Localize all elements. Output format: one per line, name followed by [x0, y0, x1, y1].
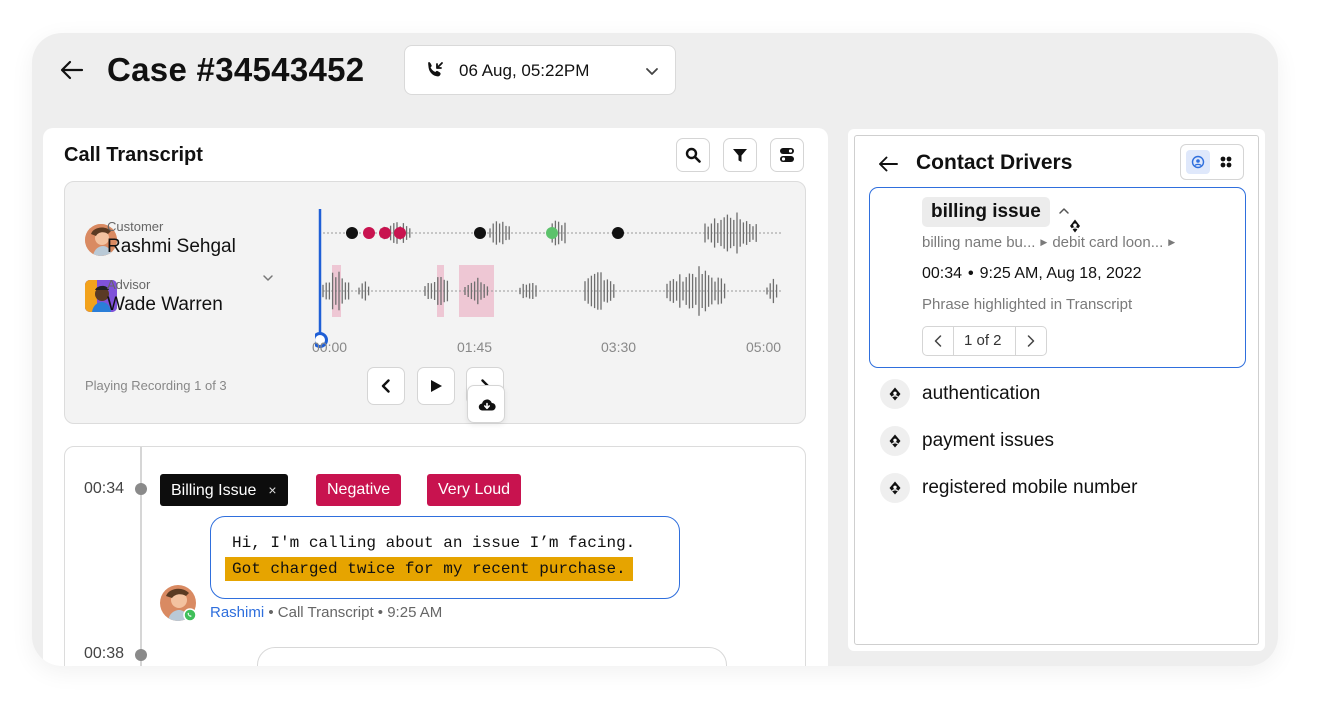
event-marker: [612, 227, 624, 239]
tag-negative[interactable]: Negative: [316, 474, 402, 506]
driver-path-item[interactable]: billing name bu...: [922, 234, 1035, 251]
speaker-name[interactable]: Rashimi: [210, 604, 264, 621]
driver-icon-wrap: [880, 473, 910, 503]
pager-next-button[interactable]: [1015, 327, 1046, 355]
caret-right-icon: ▶: [1168, 237, 1176, 247]
tag-label: Billing Issue: [171, 482, 257, 499]
speaker-details: • Call Transcript • 9:25 AM: [264, 604, 443, 621]
driver-timestamp: 00:34: [922, 265, 963, 282]
call-date-label: 06 Aug, 05:22PM: [459, 61, 590, 80]
highlighted-phrase: Got charged twice for my recent purchase…: [225, 557, 633, 581]
download-button[interactable]: [467, 385, 505, 423]
chevron-left-icon: [381, 379, 390, 393]
play-button[interactable]: [417, 367, 455, 405]
negative-marker: [379, 227, 391, 239]
driver-icon: [889, 387, 901, 401]
call-date-select[interactable]: 06 Aug, 05:22PM: [404, 45, 676, 95]
bullet-separator: •: [968, 265, 974, 282]
timeline-dot: [135, 483, 147, 495]
call-transcript-panel: Call Transcript Customer Rashmi Sehgal A…: [43, 128, 828, 666]
customer-name: Rashmi Sehgal: [107, 236, 236, 257]
customer-role: Customer: [107, 219, 164, 234]
app-frame: Case #34543452 06 Aug, 05:22PM Call Tran…: [32, 33, 1278, 666]
pager-label: 1 of 2: [964, 332, 1002, 349]
chevron-up-icon[interactable]: [1058, 206, 1070, 216]
message-bubble[interactable]: Hi, I'm calling about an issue I’m facin…: [210, 516, 680, 599]
pager: 1 of 2: [922, 326, 1047, 356]
audio-player: Customer Rashmi Sehgal Advisor Wade Warr…: [64, 181, 806, 424]
panel-title: Call Transcript: [64, 144, 203, 166]
driver-label: registered mobile number: [922, 477, 1138, 498]
speaker-meta: Rashimi • Call Transcript • 9:25 AM: [210, 604, 442, 621]
caret-right-icon: ▶: [1040, 237, 1048, 247]
driver-time: 00:34 • 9:25 AM, Aug 18, 2022: [922, 265, 1142, 283]
speaker-avatar: [160, 585, 196, 621]
cloud-download-icon: [478, 399, 496, 411]
entry-timestamp: 00:34: [84, 480, 125, 497]
driver-icon-wrap: [880, 426, 910, 456]
event-marker: [346, 227, 358, 239]
event-marker: [474, 227, 486, 239]
search-icon: [685, 147, 701, 163]
driver-chip[interactable]: billing issue: [922, 197, 1050, 227]
negative-marker: [363, 227, 375, 239]
message-text: Hi, I'm calling about an issue I’m facin…: [232, 534, 636, 552]
chevron-down-icon: [646, 68, 658, 75]
filter-icon: [733, 149, 747, 162]
driver-note: Phrase highlighted in Transcript: [922, 296, 1133, 313]
toggle-icon: [780, 148, 794, 162]
negative-marker: [394, 227, 406, 239]
play-icon: [431, 380, 442, 392]
driver-datetime: 9:25 AM, Aug 18, 2022: [979, 265, 1142, 282]
advisor-name[interactable]: Wade Warren: [107, 294, 223, 316]
driver-icon: [889, 434, 901, 448]
toggle-view-button[interactable]: [770, 138, 804, 172]
message-bubble[interactable]: [257, 647, 727, 666]
driver-icon: [1191, 155, 1205, 169]
back-arrow-icon[interactable]: [59, 57, 85, 83]
timeline-line: [140, 447, 142, 666]
chevron-down-icon[interactable]: [262, 272, 274, 284]
view-toggle[interactable]: [1180, 144, 1244, 180]
chevron-left-icon: [934, 335, 942, 347]
panel-title: Contact Drivers: [916, 151, 1073, 174]
phone-status-icon: [183, 608, 196, 621]
tag-billing-issue[interactable]: Billing Issue ×: [160, 474, 288, 506]
contact-drivers-panel: Contact Drivers billing issue billing na…: [848, 129, 1265, 651]
timeline-tick: 05:00: [746, 339, 782, 355]
previous-button[interactable]: [367, 367, 405, 405]
contact-drivers-content: Contact Drivers billing issue billing na…: [854, 135, 1259, 645]
pager-prev-button[interactable]: [923, 327, 954, 355]
playing-status: Playing Recording 1 of 3: [85, 378, 227, 393]
timeline-dot: [135, 649, 147, 661]
close-icon[interactable]: ×: [268, 474, 276, 506]
transcript-list[interactable]: 00:34 Billing Issue × Negative Very Loud …: [64, 446, 806, 666]
phone-incoming-icon: [428, 62, 443, 77]
chevron-right-icon: [1027, 335, 1035, 347]
toggle-cluster-view[interactable]: [1214, 150, 1238, 174]
driver-label: payment issues: [922, 430, 1055, 451]
positive-marker: [546, 227, 558, 239]
entry-timestamp: 00:38: [84, 645, 125, 662]
timeline-tick: 03:30: [601, 339, 637, 355]
timeline-tick: 00:00: [312, 339, 348, 355]
cluster-icon: [1220, 156, 1232, 168]
driver-label: authentication: [922, 383, 1041, 404]
tag-very-loud[interactable]: Very Loud: [427, 474, 522, 506]
case-title: Case #34543452: [107, 51, 365, 88]
driver-icon: [889, 481, 901, 495]
selected-driver-card[interactable]: billing issue billing name bu... ▶ debit c…: [869, 187, 1246, 368]
advisor-role: Advisor: [107, 277, 151, 292]
waveform[interactable]: [315, 209, 789, 349]
filter-button[interactable]: [723, 138, 757, 172]
driver-path: billing name bu... ▶ debit card loon... ▶: [922, 234, 1180, 251]
back-arrow-icon[interactable]: [877, 153, 899, 175]
driver-icon-wrap: [880, 379, 910, 409]
toggle-driver-view[interactable]: [1186, 150, 1210, 174]
driver-path-item[interactable]: debit card loon...: [1052, 234, 1163, 251]
timeline-tick: 01:45: [457, 339, 493, 355]
driver-icon: [1066, 217, 1084, 235]
search-button[interactable]: [676, 138, 710, 172]
